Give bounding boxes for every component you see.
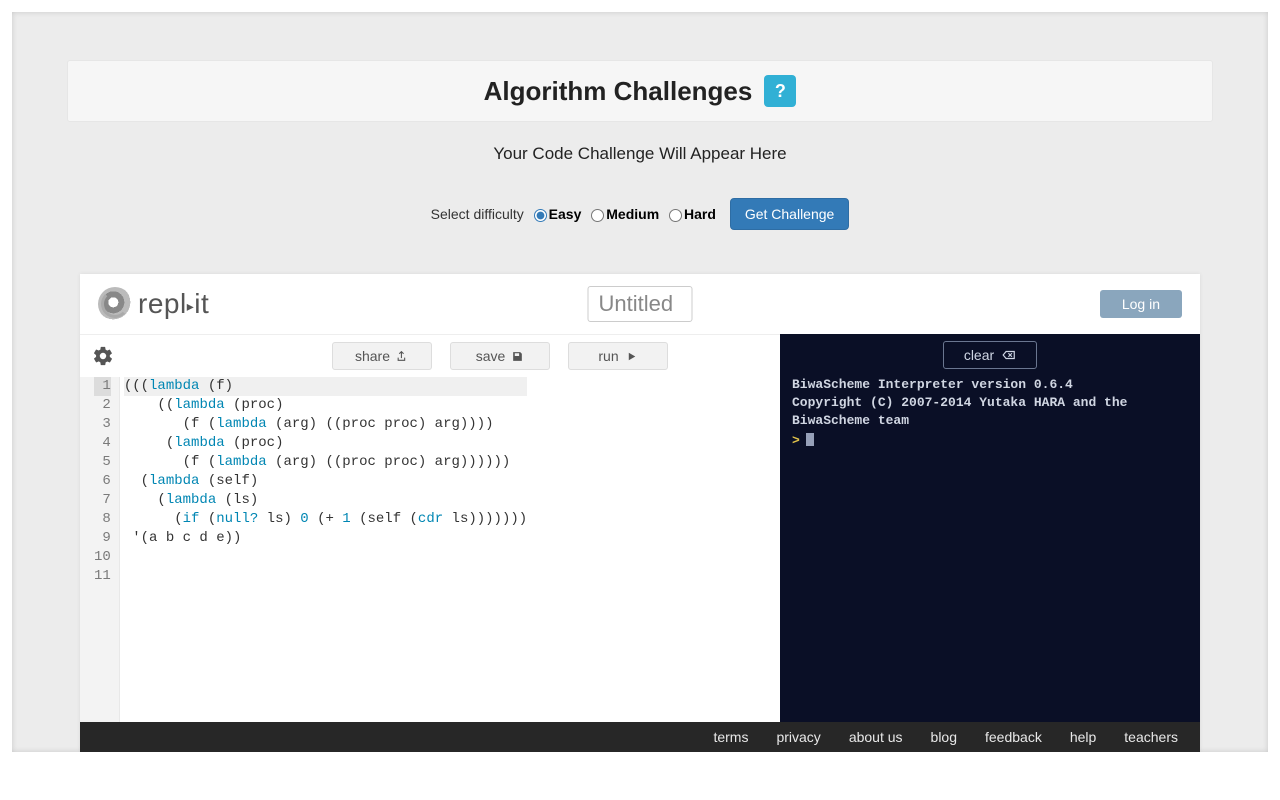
difficulty-label: Select difficulty — [431, 206, 524, 222]
code-line: (lambda (proc) — [124, 434, 527, 453]
repl-header: repl▸it Log in — [80, 274, 1200, 334]
difficulty-radio-easy[interactable] — [534, 209, 547, 222]
footer-link-help[interactable]: help — [1070, 729, 1096, 745]
title-panel: Algorithm Challenges ? — [67, 60, 1213, 122]
editor-toolbar: share save run — [80, 335, 780, 377]
page-title: Algorithm Challenges — [484, 76, 753, 107]
line-gutter: 1234567891011 — [80, 377, 120, 722]
terminal-line: Copyright (C) 2007-2014 Yutaka HARA and … — [792, 394, 1188, 430]
code-lines: (((lambda (f) ((lambda (proc) (f (lambda… — [120, 377, 527, 722]
run-button-label: run — [598, 348, 618, 364]
editor-pane: share save run — [80, 334, 780, 722]
replit-logo[interactable]: repl▸it — [98, 287, 209, 321]
code-line: (if (null? ls) 0 (+ 1 (self (cdr ls)))))… — [124, 510, 527, 529]
difficulty-controls: Select difficulty Easy Medium Hard Get C… — [12, 198, 1268, 230]
terminal-line: BiwaScheme Interpreter version 0.6.4 — [792, 376, 1188, 394]
clear-button[interactable]: clear — [943, 341, 1037, 369]
footer-link-teachers[interactable]: teachers — [1124, 729, 1178, 745]
code-line: (((lambda (f) — [124, 377, 527, 396]
code-line: (lambda (ls) — [124, 491, 527, 510]
save-button[interactable]: save — [450, 342, 550, 370]
difficulty-radio-medium[interactable] — [591, 209, 604, 222]
code-line — [124, 548, 527, 567]
difficulty-option-medium[interactable]: Medium — [606, 206, 659, 222]
share-button[interactable]: share — [332, 342, 432, 370]
footer-link-blog[interactable]: blog — [931, 729, 957, 745]
footer-link-privacy[interactable]: privacy — [776, 729, 820, 745]
code-line: '(a b c d e)) — [124, 529, 527, 548]
get-challenge-button[interactable]: Get Challenge — [730, 198, 850, 230]
login-button[interactable]: Log in — [1100, 290, 1182, 318]
gear-icon[interactable] — [92, 345, 114, 367]
code-line: ((lambda (proc) — [124, 396, 527, 415]
difficulty-option-easy[interactable]: Easy — [549, 206, 582, 222]
save-button-label: save — [476, 348, 506, 364]
terminal-prompt: > — [792, 432, 1188, 450]
code-editor[interactable]: 1234567891011 (((lambda (f) ((lambda (pr… — [80, 377, 780, 722]
code-line: (f (lambda (arg) ((proc proc) arg)))) — [124, 415, 527, 434]
replit-logo-icon — [98, 287, 132, 321]
share-button-label: share — [355, 348, 390, 364]
footer-link-terms[interactable]: terms — [713, 729, 748, 745]
clear-button-label: clear — [964, 347, 994, 363]
backspace-icon — [1002, 349, 1016, 361]
footer-nav: terms privacy about us blog feedback help teac… — [80, 722, 1200, 752]
share-icon — [396, 350, 409, 363]
footer-link-feedback[interactable]: feedback — [985, 729, 1042, 745]
code-line: (lambda (self) — [124, 472, 527, 491]
run-button[interactable]: run — [568, 342, 668, 370]
challenge-placeholder: Your Code Challenge Will Appear Here — [12, 144, 1268, 164]
repl-container: repl▸it Log in share — [80, 274, 1200, 752]
save-icon — [511, 350, 524, 363]
replit-logo-text: repl▸it — [138, 288, 209, 320]
prompt-caret: > — [792, 433, 800, 448]
play-icon — [625, 350, 638, 363]
difficulty-option-hard[interactable]: Hard — [684, 206, 716, 222]
difficulty-radio-hard[interactable] — [669, 209, 682, 222]
code-line — [124, 567, 527, 586]
footer-link-about-us[interactable]: about us — [849, 729, 903, 745]
terminal-output[interactable]: BiwaScheme Interpreter version 0.6.4 Cop… — [780, 376, 1200, 450]
terminal-pane: clear BiwaScheme Interpreter version 0.6… — [780, 334, 1200, 722]
help-button[interactable]: ? — [764, 75, 796, 107]
repl-title-input[interactable] — [588, 286, 693, 322]
cursor-icon — [806, 433, 814, 446]
code-line: (f (lambda (arg) ((proc proc) arg)))))) — [124, 453, 527, 472]
